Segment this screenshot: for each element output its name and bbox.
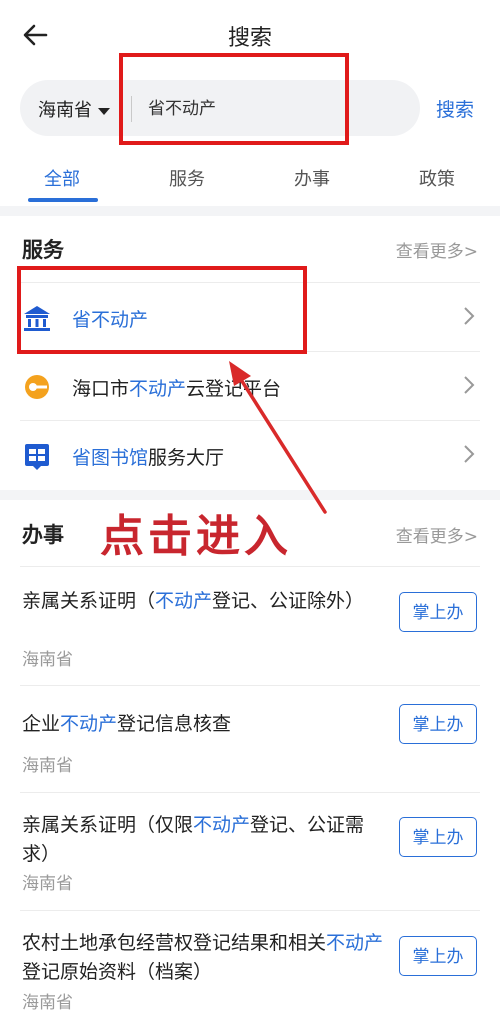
tab-policy[interactable]: 政策 [419,165,455,191]
region-label: 海南省 [38,100,92,121]
tab-underline [28,198,98,202]
search-button[interactable]: 搜索 [436,95,474,122]
mobile-handle-button[interactable]: 掌上办 [399,592,477,632]
label-segment: 省图书馆 [72,447,149,469]
affair-province: 海南省 [22,874,73,894]
service-label: 海口市不动产云登记平台 [72,374,281,401]
mobile-handle-button[interactable]: 掌上办 [399,936,477,976]
label-segment: 不动产 [155,590,213,612]
label-segment: 登记信息核查 [117,713,232,735]
label-segment: 登记、公证除外） [212,590,365,612]
divider [20,792,480,793]
tab-all[interactable]: 全部 [44,165,80,191]
service-item-province-library[interactable]: 省图书馆服务大厅 [0,421,500,489]
label-segment: 不动产 [193,814,251,836]
label-segment: 不动产 [129,378,187,400]
library-icon [25,444,49,470]
label-segment: 不动产 [326,932,384,954]
affair-title: 企业不动产登记信息核查 [22,710,387,739]
label-segment: 不动产 [60,713,118,735]
annotation-click-to-enter: 点击进入 [100,511,292,562]
highlight-box-service [17,266,307,354]
affair-title: 亲属关系证明（不动产登记、公证除外） [22,587,387,616]
affair-title: 农村土地承包经营权登记结果和相关不动产登记原始资料（档案） [22,929,387,987]
affairs-more-link[interactable]: 查看更多> [396,522,478,547]
affairs-section-title: 办事 [22,523,64,547]
mobile-handle-button[interactable]: 掌上办 [399,704,477,744]
divider [20,566,480,567]
divider [20,910,480,911]
label-segment: 服务大厅 [148,447,225,469]
label-segment: 云登记平台 [186,378,282,400]
affair-title: 亲属关系证明（仅限不动产登记、公证需求） [22,811,387,869]
highlight-box-search [119,53,349,145]
chevron-right-icon [464,307,475,325]
section-gap [0,490,500,500]
label-segment: 海口市 [72,378,130,400]
label-segment: 企业 [22,713,61,735]
mobile-handle-button[interactable]: 掌上办 [399,817,477,857]
affair-province: 海南省 [22,650,73,670]
service-item-haikou-cloud-registration[interactable]: 海口市不动产云登记平台 [0,352,500,420]
label-segment: 亲属关系证明（ [22,590,156,612]
chevron-right-icon [464,445,475,463]
section-gap [0,206,500,216]
key-icon [25,375,49,399]
chevron-right-icon [464,376,475,394]
service-label: 省图书馆服务大厅 [72,443,224,470]
affair-province: 海南省 [22,756,73,776]
caret-down-icon [98,107,110,115]
divider [20,685,480,686]
label-segment: 登记原始资料（档案） [22,961,213,983]
services-more-link[interactable]: 查看更多> [396,237,478,262]
page-title: 搜索 [227,26,272,51]
services-section-title: 服务 [22,238,64,262]
tab-affairs[interactable]: 办事 [294,165,330,191]
region-selector[interactable]: 海南省 [38,96,110,122]
affair-province: 海南省 [22,993,73,1013]
label-segment: 亲属关系证明（仅限 [22,814,194,836]
label-segment: 农村土地承包经营权登记结果和相关 [22,932,327,954]
tab-services[interactable]: 服务 [169,165,205,191]
